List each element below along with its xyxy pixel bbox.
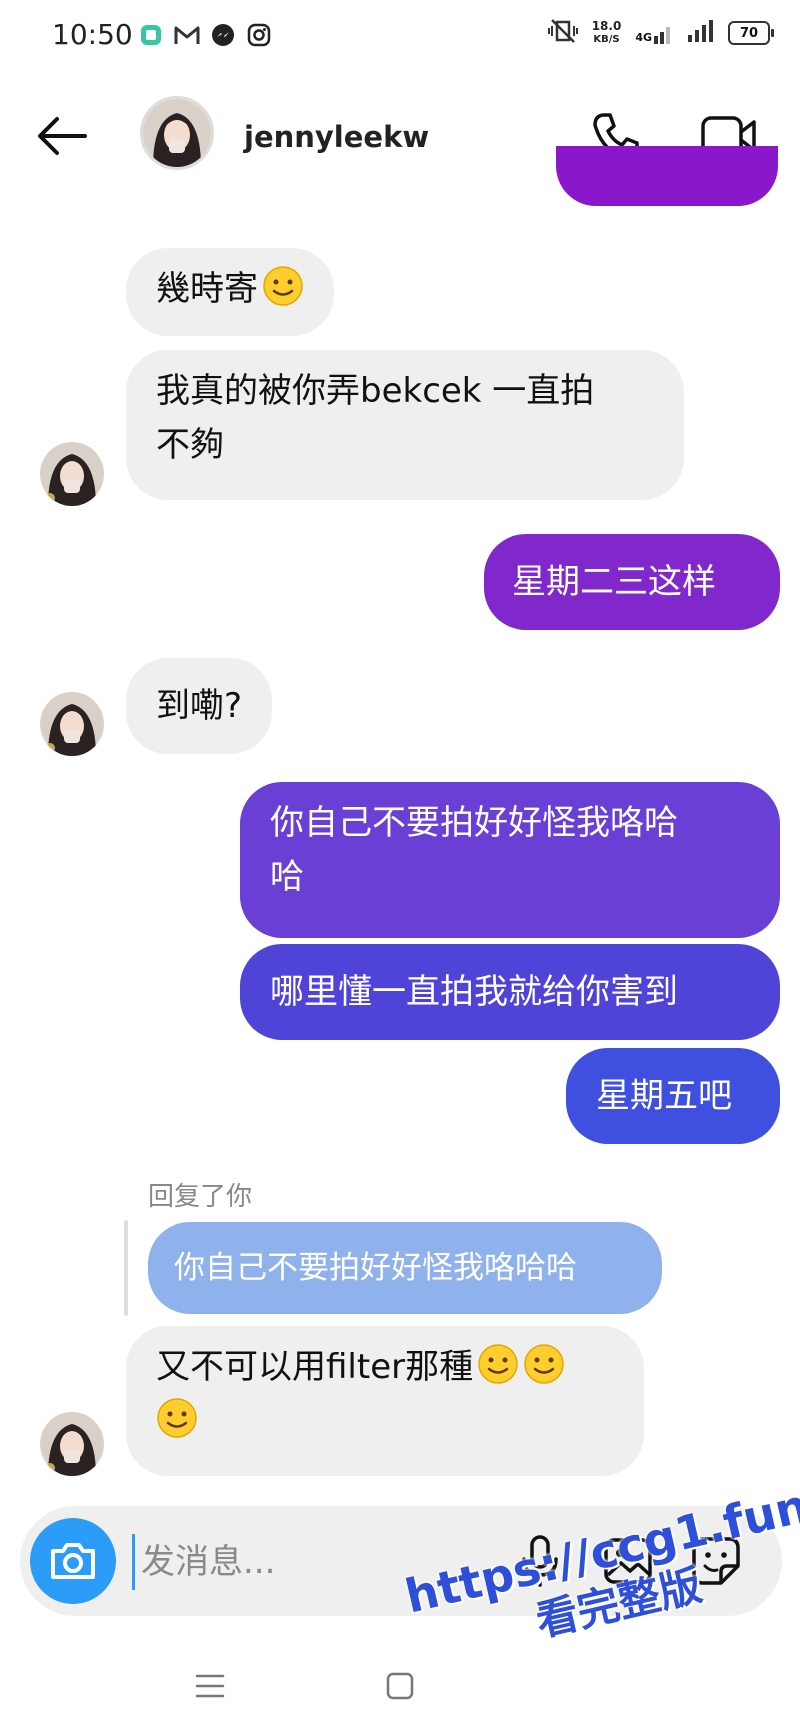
message-bubble-incoming[interactable]: 我真的被你弄bekcek 一直拍 不夠 [126,350,684,500]
smile-emoji-icon [477,1343,519,1385]
network-speed: 18.0 KB/S [591,19,622,46]
profile-avatar[interactable] [140,96,214,170]
smile-emoji-icon [156,1397,198,1439]
camera-button[interactable] [30,1518,116,1604]
vibrate-icon [547,18,578,48]
status-bar: 10:50 18.0 KB/S 4G 70 [0,0,800,72]
arrow-left-icon [38,117,87,155]
back-button[interactable] [34,110,90,162]
message-bubble-incoming[interactable]: 幾時寄 [126,248,334,336]
sender-avatar[interactable] [40,1412,104,1476]
message-bubble-outgoing[interactable]: 你自己不要拍好好怪我咯哈 哈 [240,782,780,938]
notification-icons [138,22,272,48]
message-bubble-outgoing-clipped[interactable] [556,146,778,206]
square-home-icon [386,1672,414,1700]
reply-quoted-message[interactable]: 你自己不要拍好好怪我咯哈哈 [148,1222,662,1314]
reply-label: 回复了你 [148,1182,253,1212]
signal-bars-icon [688,20,714,46]
sender-avatar[interactable] [40,442,104,506]
message-bubble-outgoing[interactable]: 哪里懂一直拍我就给你害到 [240,944,780,1040]
menu-icon [195,1674,225,1698]
message-bubble-outgoing[interactable]: 星期二三这样 [484,534,780,630]
battery-indicator: 70 [728,21,774,45]
messenger-icon [210,22,236,48]
status-time: 10:50 [52,18,133,51]
avatar-photo-icon [40,1412,104,1476]
message-bubble-outgoing[interactable]: 星期五吧 [566,1048,780,1144]
status-right: 18.0 KB/S 4G 70 [547,18,774,48]
message-bubble-incoming[interactable]: 到嘞? [126,658,273,754]
notes-app-icon [138,22,164,48]
nav-recents-button[interactable] [190,1668,230,1704]
system-nav-bar [0,1640,800,1733]
camera-icon [51,1543,95,1579]
smile-emoji-icon [262,265,304,307]
gmail-icon [174,22,200,48]
smile-emoji-icon [523,1343,565,1385]
reply-indicator-line [124,1220,128,1316]
instagram-icon [246,22,272,48]
nav-home-button[interactable] [380,1668,420,1704]
signal-4g-icon: 4G [635,22,674,44]
message-thread[interactable]: 幾時寄 我真的被你弄bekcek 一直拍 不夠 星期二三这样 到嘞? 你自己不要… [0,146,800,1486]
message-bubble-incoming[interactable]: 又不可以用filter那種 [126,1326,644,1476]
avatar-photo-icon [40,692,104,756]
sender-avatar[interactable] [40,692,104,756]
chat-username[interactable]: jennyleekw [244,120,429,154]
avatar-photo-icon [143,99,211,167]
avatar-photo-icon [40,442,104,506]
